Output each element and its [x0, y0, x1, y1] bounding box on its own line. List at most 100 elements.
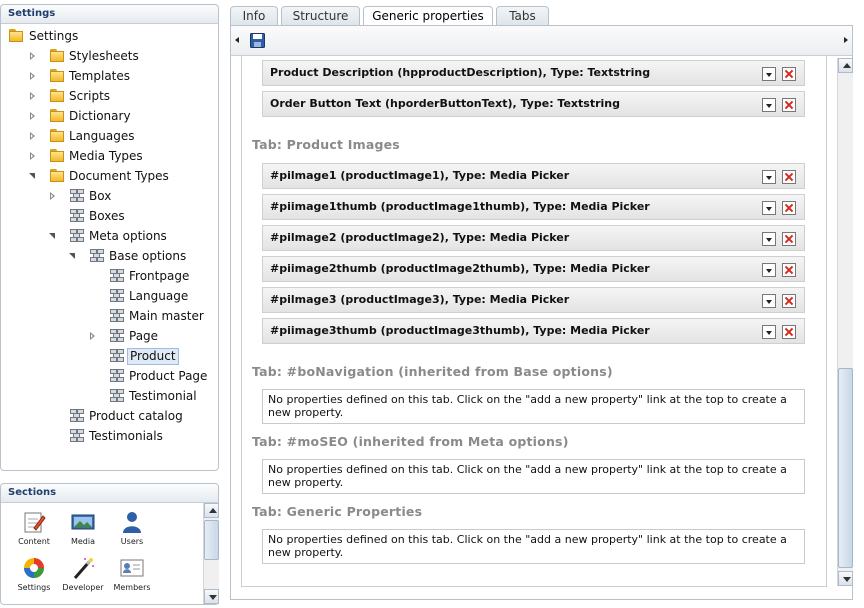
tree-node-frontpage[interactable]: Frontpage [1, 267, 218, 285]
tree-node-scripts[interactable]: Scripts [1, 87, 218, 105]
tree-node-testimonial[interactable]: Testimonial [1, 387, 218, 405]
group-title: Tab: Product Images [252, 137, 400, 152]
property-row[interactable]: #piimage3thumb (productImage3thumb), Typ… [262, 318, 805, 344]
property-row[interactable]: #piimage2thumb (productImage2thumb), Typ… [262, 256, 805, 282]
tree-node-media-types[interactable]: Media Types [1, 147, 218, 165]
empty-tab-message: No properties defined on this tab. Click… [262, 459, 805, 494]
section-users[interactable]: Users [109, 510, 155, 546]
expanded-arrow-icon[interactable] [29, 170, 37, 182]
tab-tabs[interactable]: Tabs [496, 6, 549, 25]
tree-node-languages[interactable]: Languages [1, 127, 218, 145]
document-type-icon [70, 409, 84, 422]
section-developer[interactable]: Developer [60, 556, 106, 592]
tree-node-testimonials[interactable]: Testimonials [1, 427, 218, 445]
scroll-down-arrow[interactable] [204, 589, 219, 604]
property-row[interactable]: #pilmage1 (productImage1), Type: Media P… [262, 163, 805, 189]
document-type-icon [110, 329, 124, 342]
tree-node-label: Meta options [89, 229, 167, 243]
tree-node-label: Language [129, 289, 189, 303]
scroll-down-arrow[interactable] [838, 571, 853, 586]
expand-dropdown-icon[interactable] [762, 201, 776, 215]
tree-node-language[interactable]: Language [1, 287, 218, 305]
toolbar-scroll-left-icon[interactable] [235, 37, 239, 43]
tree-node-templates[interactable]: Templates [1, 67, 218, 85]
collapsed-arrow-icon[interactable] [29, 110, 37, 122]
property-label: Order Button Text (hporderButtonText), T… [270, 97, 620, 110]
tree-node-product-page[interactable]: Product Page [1, 367, 218, 385]
section-members[interactable]: Members [109, 556, 155, 592]
tree-node-box[interactable]: Box [1, 187, 218, 205]
sections-scrollbar[interactable] [203, 503, 219, 604]
section-content[interactable]: Content [11, 510, 57, 546]
section-media[interactable]: Media [60, 510, 106, 546]
scroll-thumb[interactable] [204, 520, 219, 560]
expanded-arrow-icon[interactable] [69, 250, 77, 262]
expand-dropdown-icon[interactable] [762, 232, 776, 246]
collapsed-arrow-icon[interactable] [29, 150, 37, 162]
developer-icon [71, 556, 95, 580]
tree-node-document-types[interactable]: Document Types [1, 167, 218, 185]
collapsed-arrow-icon[interactable] [29, 90, 37, 102]
group-title: Tab: #moSEO (inherited from Meta options… [252, 434, 569, 449]
section-label: Settings [17, 583, 51, 592]
toolbar-scroll-right-icon[interactable] [844, 37, 848, 43]
expand-dropdown-icon[interactable] [762, 294, 776, 308]
document-type-icon [110, 269, 124, 282]
collapsed-arrow-icon[interactable] [29, 70, 37, 82]
property-row[interactable]: Product Description (hpproductDescriptio… [262, 60, 805, 86]
content-scrollbar[interactable] [837, 58, 853, 586]
save-icon[interactable] [250, 33, 265, 48]
empty-tab-message: No properties defined on this tab. Click… [262, 389, 805, 424]
tree-node-boxes[interactable]: Boxes [1, 207, 218, 225]
settings-icon [22, 556, 46, 580]
tree-node-stylesheets[interactable]: Stylesheets [1, 47, 218, 65]
scroll-up-arrow[interactable] [838, 58, 853, 73]
delete-icon[interactable] [782, 170, 796, 184]
folder-icon [50, 149, 64, 162]
property-row[interactable]: Order Button Text (hporderButtonText), T… [262, 91, 805, 117]
property-row[interactable]: #piimage1thumb (productImage1thumb), Typ… [262, 194, 805, 220]
expand-dropdown-icon[interactable] [762, 98, 776, 112]
collapsed-arrow-icon[interactable] [29, 130, 37, 142]
section-label: Content [18, 537, 50, 546]
property-row[interactable]: #pilmage2 (productImage2), Type: Media P… [262, 225, 805, 251]
tab-info[interactable]: Info [230, 6, 278, 25]
expand-dropdown-icon[interactable] [762, 170, 776, 184]
expand-dropdown-icon[interactable] [762, 67, 776, 81]
document-type-icon [70, 209, 84, 222]
tab-structure[interactable]: Structure [281, 6, 360, 25]
tree-node-product-catalog[interactable]: Product catalog [1, 407, 218, 425]
tab-generic-properties[interactable]: Generic properties [363, 6, 493, 26]
collapsed-arrow-icon[interactable] [49, 190, 57, 202]
tree-node-base-options[interactable]: Base options [1, 247, 218, 265]
expanded-arrow-icon[interactable] [49, 230, 57, 242]
tree-node-page[interactable]: Page [1, 327, 218, 345]
delete-icon[interactable] [782, 263, 796, 277]
scroll-thumb[interactable] [838, 368, 853, 568]
document-type-icon [70, 229, 84, 242]
settings-panel: Settings Settings Stylesheets Templates Scr… [0, 4, 219, 471]
tree-node-label: Templates [69, 69, 131, 83]
delete-icon[interactable] [782, 67, 796, 81]
section-settings[interactable]: Settings [11, 556, 57, 592]
tree-node-settings[interactable]: Settings [1, 27, 218, 45]
expand-dropdown-icon[interactable] [762, 325, 776, 339]
property-row[interactable]: #pilmage3 (productImage3), Type: Media P… [262, 287, 805, 313]
delete-icon[interactable] [782, 201, 796, 215]
collapsed-arrow-icon[interactable] [29, 50, 37, 62]
delete-icon[interactable] [782, 294, 796, 308]
tree-node-main-master[interactable]: Main master [1, 307, 218, 325]
expand-dropdown-icon[interactable] [762, 263, 776, 277]
delete-icon[interactable] [782, 232, 796, 246]
delete-icon[interactable] [782, 325, 796, 339]
delete-icon[interactable] [782, 98, 796, 112]
folder-icon [50, 69, 64, 82]
scroll-up-arrow[interactable] [204, 503, 219, 518]
tree-node-meta-options[interactable]: Meta options [1, 227, 218, 245]
tree-node-product[interactable]: Product [1, 347, 218, 365]
tree-node-label: Page [129, 329, 159, 343]
members-icon [120, 556, 144, 580]
tree-node-dictionary[interactable]: Dictionary [1, 107, 218, 125]
collapsed-arrow-icon[interactable] [89, 330, 97, 342]
sections-panel: Sections Content Media Users Settings De… [0, 483, 219, 605]
